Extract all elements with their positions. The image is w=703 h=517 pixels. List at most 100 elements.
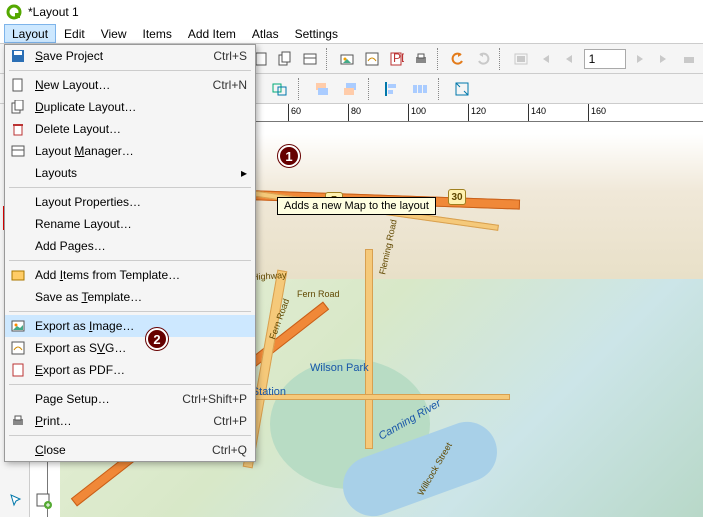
- tooltip: Adds a new Map to the layout: [277, 197, 436, 215]
- menu-atlas[interactable]: Atlas: [244, 24, 287, 43]
- menu-item[interactable]: Duplicate Layout…: [5, 96, 255, 118]
- blank-icon: [9, 164, 27, 182]
- qgis-icon: [6, 4, 22, 20]
- edit-nodes-tool[interactable]: [32, 489, 56, 513]
- atlas-prev-button[interactable]: [559, 47, 579, 71]
- blank-icon: [9, 237, 27, 255]
- layout-manager-button[interactable]: [300, 47, 320, 71]
- tpl-icon: [9, 266, 27, 284]
- menu-item[interactable]: Delete Layout…: [5, 118, 255, 140]
- duplicate-layout-button[interactable]: [275, 47, 295, 71]
- menu-item-label: Export as Image…: [35, 319, 247, 333]
- menu-item[interactable]: Export as Image…: [5, 315, 255, 337]
- blank-icon: [9, 193, 27, 211]
- window-title: *Layout 1: [28, 5, 79, 19]
- atlas-first-button[interactable]: [535, 47, 555, 71]
- group-button[interactable]: [268, 77, 292, 101]
- menu-item[interactable]: Layout Manager…: [5, 140, 255, 162]
- del-icon: [9, 120, 27, 138]
- layout-menu-dropdown: Save Project Ctrl+S New Layout… Ctrl+N Dupli…: [4, 44, 256, 462]
- menu-item[interactable]: Close Ctrl+Q: [5, 439, 255, 461]
- menu-item-label: New Layout…: [35, 78, 205, 92]
- menu-view[interactable]: View: [93, 24, 135, 43]
- menu-item[interactable]: Print… Ctrl+P: [5, 410, 255, 432]
- menu-item-label: Export as SVG…: [35, 341, 247, 355]
- undo-button[interactable]: [448, 47, 468, 71]
- menu-item-label: Print…: [35, 414, 205, 428]
- menu-item[interactable]: Add Items from Template…: [5, 264, 255, 286]
- menu-items[interactable]: Items: [135, 24, 180, 43]
- atlas-print-button[interactable]: [678, 47, 698, 71]
- menu-item-label: Layout Properties…: [35, 195, 247, 209]
- menu-shortcut: Ctrl+Q: [212, 443, 247, 457]
- export-image-button[interactable]: [337, 47, 357, 71]
- menu-item-label: Duplicate Layout…: [35, 100, 247, 114]
- raise-button[interactable]: [310, 77, 334, 101]
- blank-icon: [9, 441, 27, 459]
- export-pdf-button[interactable]: PDF: [386, 47, 406, 71]
- new-icon: [9, 76, 27, 94]
- atlas-page-value: 1: [589, 52, 596, 66]
- dup-icon: [9, 98, 27, 116]
- svg-text:PDF: PDF: [393, 51, 404, 65]
- resize-button[interactable]: [450, 77, 474, 101]
- menu-item-label: Layout Manager…: [35, 144, 247, 158]
- distribute-button[interactable]: [408, 77, 432, 101]
- road-label: Fern Road: [297, 289, 340, 299]
- align-left-button[interactable]: [380, 77, 404, 101]
- menu-item-label: Layouts: [35, 166, 233, 180]
- atlas-page-input[interactable]: 1: [584, 49, 626, 69]
- menu-item-label: Save Project: [35, 49, 205, 63]
- atlas-last-button[interactable]: [654, 47, 674, 71]
- menu-item[interactable]: Layout Properties…: [5, 191, 255, 213]
- menu-item[interactable]: Add Pages…: [5, 235, 255, 257]
- print-settings-button[interactable]: [411, 47, 431, 71]
- menu-item[interactable]: Export as PDF…: [5, 359, 255, 381]
- pdf-icon: [9, 361, 27, 379]
- menu-item[interactable]: Rename Layout…: [5, 213, 255, 235]
- menu-item-label: Add Pages…: [35, 239, 247, 253]
- atlas-preview-button[interactable]: [510, 47, 530, 71]
- redo-button[interactable]: [473, 47, 493, 71]
- menu-item-label: Export as PDF…: [35, 363, 247, 377]
- print-icon: [9, 412, 27, 430]
- menu-item[interactable]: Save Project Ctrl+S: [5, 45, 255, 67]
- menu-add-item[interactable]: Add Item: [180, 24, 244, 43]
- submenu-arrow-icon: ▸: [241, 166, 247, 180]
- blank-icon: [9, 288, 27, 306]
- img-icon: [9, 317, 27, 335]
- menubar: Layout Edit View Items Add Item Atlas Se…: [0, 24, 703, 44]
- mgr-icon: [9, 142, 27, 160]
- menu-item[interactable]: Export as SVG…: [5, 337, 255, 359]
- blank-icon: [9, 215, 27, 233]
- menu-item-label: Save as Template…: [35, 290, 247, 304]
- menu-edit[interactable]: Edit: [56, 24, 93, 43]
- move-content-tool[interactable]: [4, 489, 28, 513]
- menu-item-label: Delete Layout…: [35, 122, 247, 136]
- menu-shortcut: Ctrl+N: [213, 78, 247, 92]
- blank-icon: [9, 390, 27, 408]
- menu-shortcut: Ctrl+P: [213, 414, 247, 428]
- bottom-toolbox: [4, 489, 56, 513]
- lower-button[interactable]: [338, 77, 362, 101]
- atlas-next-button[interactable]: [630, 47, 650, 71]
- menu-item[interactable]: Save as Template…: [5, 286, 255, 308]
- svg-icon: [9, 339, 27, 357]
- place-label: Wilson Park: [310, 362, 369, 374]
- menu-shortcut: Ctrl+Shift+P: [182, 392, 247, 406]
- menu-item-label: Page Setup…: [35, 392, 174, 406]
- export-svg-button[interactable]: [362, 47, 382, 71]
- menu-settings[interactable]: Settings: [287, 24, 346, 43]
- menu-item-label: Rename Layout…: [35, 217, 247, 231]
- callout-2: 2: [146, 328, 168, 350]
- menu-shortcut: Ctrl+S: [213, 49, 247, 63]
- menu-item[interactable]: New Layout… Ctrl+N: [5, 74, 255, 96]
- menu-item-label: Add Items from Template…: [35, 268, 247, 282]
- menu-item[interactable]: Page Setup… Ctrl+Shift+P: [5, 388, 255, 410]
- menu-layout[interactable]: Layout: [4, 24, 56, 43]
- save-icon: [9, 47, 27, 65]
- callout-1: 1: [278, 145, 300, 167]
- menu-item-label: Close: [35, 443, 204, 457]
- menu-item[interactable]: Layouts ▸: [5, 162, 255, 184]
- route-shield: 30: [448, 189, 466, 205]
